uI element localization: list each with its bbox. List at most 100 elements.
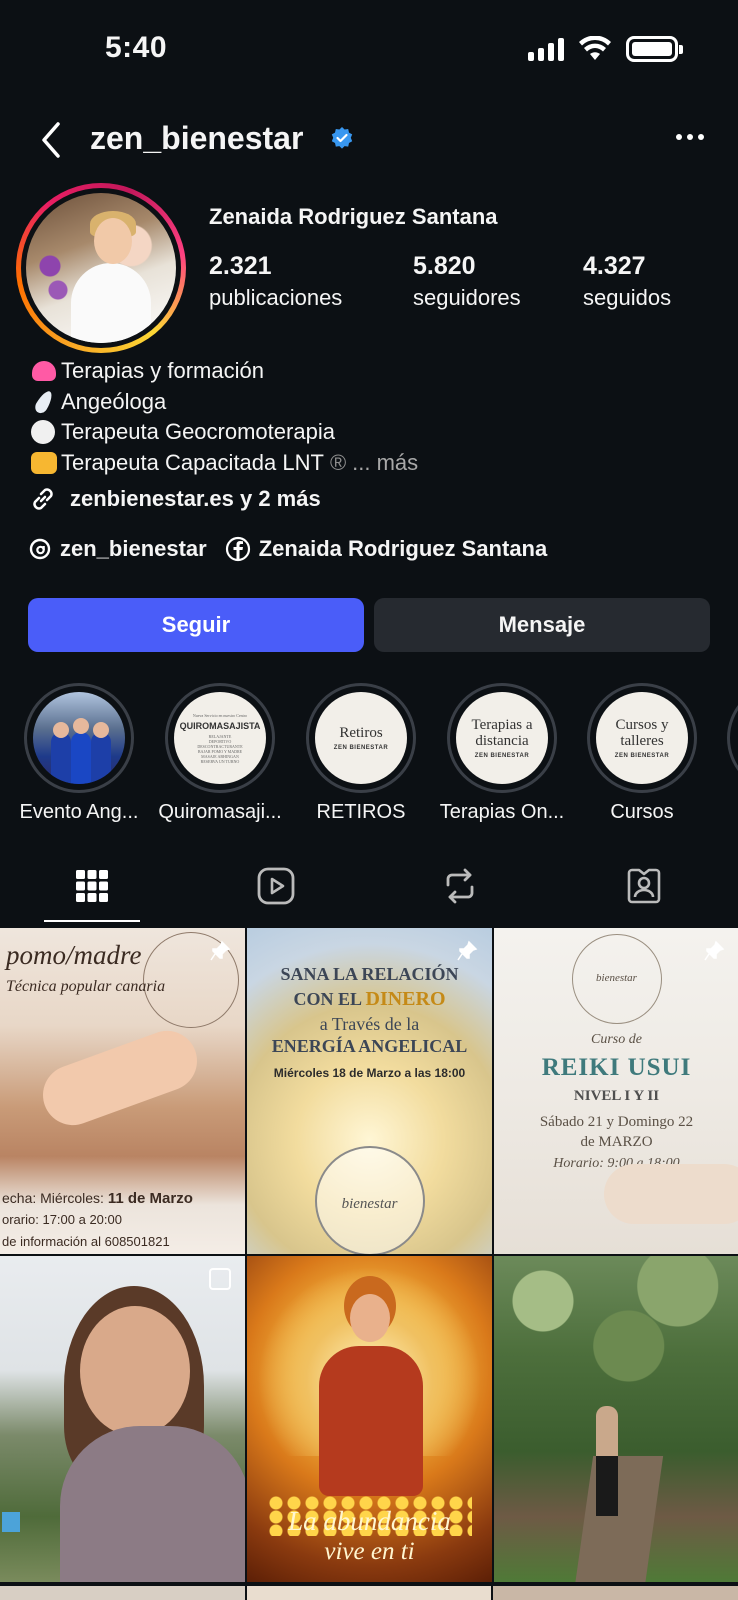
feather-emoji-icon bbox=[30, 390, 58, 414]
registered-mark: ® bbox=[329, 449, 347, 475]
highlight-item-partial[interactable] bbox=[727, 683, 738, 793]
post-thumbnail[interactable] bbox=[0, 1256, 245, 1582]
following-count: 4.327 bbox=[583, 252, 646, 280]
posts-count: 2.321 bbox=[209, 252, 272, 280]
posts-grid: pomo/madre Técnica popular canaria echa:… bbox=[0, 928, 738, 1600]
bio-line: Terapeuta Geocromoterapia bbox=[30, 417, 418, 448]
follow-button[interactable]: Seguir bbox=[28, 598, 364, 652]
post-thumbnail[interactable]: La abundancia vive en ti bbox=[247, 1256, 492, 1582]
highlight-cover: Nueva Servicio en nuestro Centro QUIROMA… bbox=[174, 692, 266, 784]
raised-hands-emoji-icon bbox=[30, 451, 58, 475]
post-dates: Sábado 21 y Domingo 22 de MARZO bbox=[539, 1114, 694, 1150]
battery-icon bbox=[626, 36, 683, 62]
back-arrow-icon[interactable] bbox=[36, 120, 66, 160]
highlight-item[interactable]: Evento Ang... bbox=[14, 683, 144, 824]
post-thumbnail[interactable]: bienestar Curso de REIKI USUI NIVEL I Y … bbox=[494, 928, 738, 1254]
post-line: SANA LA RELACIÓN bbox=[280, 964, 459, 984]
highlight-cover bbox=[33, 692, 125, 784]
highlight-label: Terapias On... bbox=[439, 801, 565, 823]
facebook-link[interactable]: Zenaida Rodriguez Santana bbox=[225, 536, 548, 562]
posts-label: publicaciones bbox=[209, 285, 343, 310]
facebook-name: Zenaida Rodriguez Santana bbox=[258, 536, 548, 561]
tagged-icon bbox=[627, 868, 661, 904]
following-count-stat[interactable]: 4.327 seguidos bbox=[583, 252, 671, 311]
profile-link-text: zenbienestar.es y 2 más bbox=[70, 486, 321, 511]
bio-line: Terapias y formación bbox=[30, 356, 418, 387]
post-date: Miércoles 18 de Marzo a las 18:00 bbox=[273, 1066, 466, 1080]
highlight-item[interactable]: Cursos y talleres ZEN BIENESTAR Cursos bbox=[577, 683, 707, 824]
highlight-label: Cursos bbox=[610, 801, 674, 823]
post-line: vive en ti bbox=[324, 1538, 415, 1565]
next-row-partial bbox=[0, 1586, 738, 1600]
link-icon bbox=[33, 488, 53, 510]
followers-count-stat[interactable]: 5.820 seguidores bbox=[413, 252, 521, 311]
more-options-icon[interactable] bbox=[676, 134, 704, 140]
cellular-signal-icon bbox=[528, 37, 564, 61]
cover-title: Terapias a distancia bbox=[471, 717, 533, 749]
seal-text: bienestar bbox=[341, 1196, 398, 1212]
profile-bio: Terapias y formación Angeóloga Terapeuta… bbox=[30, 356, 418, 478]
threads-link[interactable]: zen_bienestar bbox=[28, 536, 207, 562]
header-username: zen_bienestar bbox=[90, 120, 304, 156]
bio-text: Terapeuta Geocromoterapia bbox=[61, 419, 335, 444]
tab-posts-grid[interactable] bbox=[0, 850, 184, 922]
message-button[interactable]: Mensaje bbox=[374, 598, 710, 652]
post-line: Curso de bbox=[591, 1032, 642, 1047]
forest-image bbox=[494, 1256, 738, 1406]
post-subtitle: Técnica popular canaria bbox=[6, 978, 166, 995]
avatar bbox=[26, 193, 176, 343]
followers-count: 5.820 bbox=[413, 252, 476, 280]
post-line: a Través de la bbox=[319, 1014, 420, 1034]
profile-header: zen_bienestar bbox=[0, 110, 738, 170]
tab-reels[interactable] bbox=[184, 850, 368, 922]
highlight-item[interactable]: Terapias a distancia ZEN BIENESTAR Terap… bbox=[437, 683, 567, 824]
pin-icon bbox=[457, 940, 478, 961]
followers-label: seguidores bbox=[413, 285, 521, 310]
highlight-label: Quiromasaji... bbox=[158, 801, 282, 823]
cover-footer: RESERVA UN TURNO bbox=[200, 758, 240, 764]
grid-icon bbox=[76, 870, 108, 902]
highlight-item[interactable]: Nueva Servicio en nuestro Centro QUIROMA… bbox=[155, 683, 285, 824]
post-time: orario: 17:00 a 20:00 bbox=[2, 1212, 122, 1227]
highlight-cover: Terapias a distancia ZEN BIENESTAR bbox=[456, 692, 548, 784]
status-time: 5:40 bbox=[105, 31, 168, 64]
threads-handle: zen_bienestar bbox=[60, 536, 207, 561]
bio-text: Terapias y formación bbox=[61, 358, 264, 383]
bio-more-link[interactable]: ... más bbox=[352, 448, 418, 479]
post-thumbnail[interactable]: pomo/madre Técnica popular canaria echa:… bbox=[0, 928, 245, 1254]
profile-link[interactable]: zenbienestar.es y 2 más bbox=[28, 484, 321, 514]
massage-image bbox=[34, 1022, 206, 1134]
highlight-label: Evento Ang... bbox=[19, 801, 139, 823]
tab-tagged[interactable] bbox=[552, 850, 736, 922]
post-line: La abundancia bbox=[288, 1506, 451, 1536]
status-icons bbox=[528, 36, 683, 62]
cover-subtitle: ZEN BIENESTAR bbox=[474, 753, 530, 759]
highlight-cover: Retiros ZEN BIENESTAR bbox=[315, 692, 407, 784]
cover-subtitle: ZEN BIENESTAR bbox=[614, 753, 670, 759]
seal-text: bienestar bbox=[596, 972, 637, 984]
cover-title: Cursos y talleres bbox=[615, 717, 669, 749]
post-line: NIVEL I Y II bbox=[573, 1088, 660, 1104]
profile-tabs bbox=[0, 850, 738, 922]
white-circle-emoji-icon bbox=[30, 420, 58, 445]
heart-emoji-icon bbox=[30, 359, 58, 383]
post-info: de información al 608501821 bbox=[2, 1234, 170, 1249]
following-label: seguidos bbox=[583, 285, 672, 310]
highlight-item[interactable]: Retiros ZEN BIENESTAR RETIROS bbox=[296, 683, 426, 824]
bio-line: Terapeuta Capacitada LNT ® ... más bbox=[30, 448, 418, 479]
bio-line: Angeóloga bbox=[30, 387, 418, 418]
carousel-icon bbox=[209, 1268, 231, 1290]
cover-title: QUIROMASAJISTA bbox=[179, 720, 261, 731]
post-thumbnail[interactable] bbox=[494, 1256, 738, 1582]
avatar-story-ring[interactable] bbox=[16, 183, 186, 353]
tab-reposts[interactable] bbox=[368, 850, 552, 922]
post-thumbnail[interactable]: SANA LA RELACIÓN CON EL DINERO a Través … bbox=[247, 928, 492, 1254]
facebook-icon bbox=[225, 536, 250, 562]
pin-icon bbox=[210, 940, 231, 961]
post-date: echa: Miércoles: 11 de Marzo bbox=[2, 1190, 193, 1207]
posts-count-stat[interactable]: 2.321 publicaciones bbox=[209, 252, 342, 311]
active-tab-indicator bbox=[44, 920, 140, 922]
verified-badge-icon bbox=[331, 127, 353, 149]
story-highlights: Evento Ang... Nueva Servicio en nuestro … bbox=[0, 683, 738, 828]
highlight-label: RETIROS bbox=[316, 801, 406, 823]
